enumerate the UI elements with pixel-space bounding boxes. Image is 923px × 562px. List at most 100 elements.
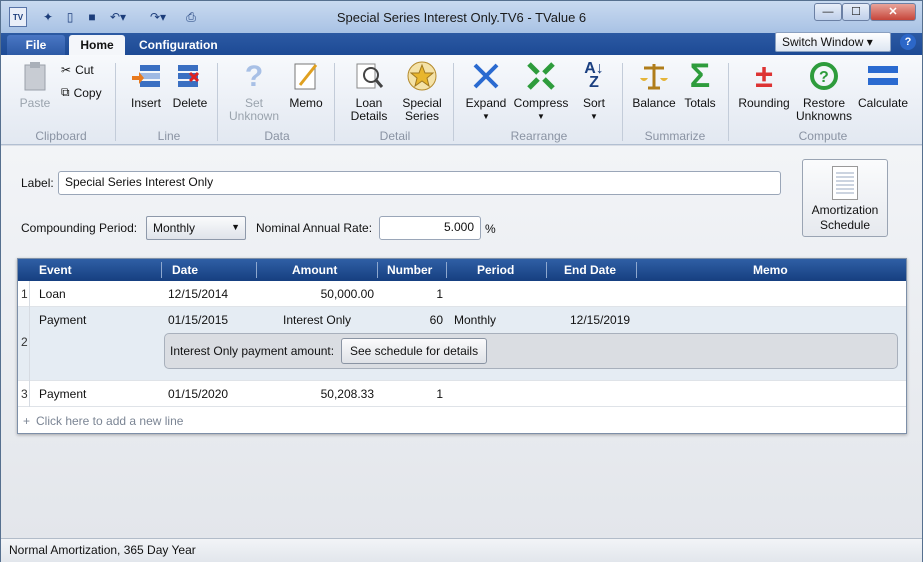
divider [453, 63, 454, 141]
sort-az-icon: A↓ Z [584, 60, 604, 91]
cut-button[interactable]: ✂ Cut [61, 63, 94, 77]
schedule-icon [832, 166, 858, 200]
cash-flow-grid: Event Date Amount Number Period End Date… [17, 258, 907, 434]
row-number: 1 [18, 281, 30, 307]
cell-date[interactable]: 01/15/2020 [168, 387, 228, 401]
column-divider [377, 262, 378, 278]
cell-event[interactable]: Loan [39, 287, 66, 301]
insert-button[interactable]: Insert [127, 59, 165, 110]
compounding-select[interactable]: Monthly ▼ [146, 216, 246, 240]
label-input[interactable]: Special Series Interest Only [58, 171, 781, 195]
delete-button[interactable]: Delete [171, 59, 209, 110]
add-line-label[interactable]: Click here to add a new line [36, 414, 183, 428]
cell-number[interactable]: 60 [388, 313, 443, 327]
minimize-button[interactable]: — [814, 3, 842, 21]
title-bar: TV ✦ ▯ ■ ↶▾ ↷▾ ⎙ Special Series Interest… [1, 1, 922, 33]
special-series-label-2: Series [404, 109, 439, 123]
cell-number[interactable]: 1 [388, 287, 443, 301]
switch-window-button[interactable]: Switch Window ▾ [775, 32, 891, 52]
restore-icon: ? [807, 59, 841, 93]
column-divider [636, 262, 637, 278]
loan-details-button[interactable]: Loan Details [344, 59, 394, 123]
cell-number[interactable]: 1 [388, 387, 443, 401]
paste-button[interactable]: Paste [15, 59, 55, 110]
cell-event[interactable]: Payment [39, 313, 86, 327]
compress-button[interactable]: Compress ▼ [513, 59, 569, 123]
memo-button[interactable]: Memo [287, 59, 325, 110]
label-caption: Label: [21, 176, 54, 190]
rounding-button[interactable]: ± Rounding [736, 59, 792, 110]
equals-icon [866, 59, 900, 93]
question-icon: ? [244, 59, 264, 93]
set-unknown-button[interactable]: ? Set Unknown [227, 59, 281, 123]
compress-caret: ▼ [537, 112, 545, 121]
cell-date[interactable]: 01/15/2015 [168, 313, 228, 327]
divider [334, 63, 335, 141]
magnifier-icon [352, 59, 386, 93]
divider [728, 63, 729, 141]
special-series-button[interactable]: Special Series [397, 59, 447, 123]
column-header-amount[interactable]: Amount [292, 263, 337, 277]
delete-row-icon [173, 59, 207, 93]
calculate-button[interactable]: Calculate [857, 59, 909, 110]
sort-button[interactable]: A↓ Z Sort ▼ [575, 59, 613, 123]
tab-configuration[interactable]: Configuration [129, 35, 221, 55]
expand-label: Expand [465, 96, 507, 110]
cell-period[interactable]: Monthly [454, 313, 496, 327]
help-icon[interactable]: ? [900, 34, 916, 50]
cell-amount[interactable]: 50,000.00 [278, 287, 374, 301]
copy-icon: ⧉ [61, 85, 70, 99]
switch-window-label: Switch Window [782, 35, 864, 49]
interest-only-panel: Interest Only payment amount: See schedu… [164, 333, 898, 369]
memo-label: Memo [289, 96, 323, 110]
tab-file[interactable]: File [7, 35, 65, 55]
rate-input[interactable]: 5.000 [379, 216, 481, 240]
cell-amount[interactable]: 50,208.33 [278, 387, 374, 401]
compress-label: Compress [513, 96, 569, 110]
row-number: 2 [18, 307, 30, 381]
tab-home[interactable]: Home [69, 35, 125, 55]
main-content: Label: Special Series Interest Only Comp… [1, 146, 922, 538]
restore-unknowns-button[interactable]: ? Restore Unknowns [794, 59, 854, 123]
plus-minus-icon: ± [755, 57, 773, 94]
totals-label: Totals [684, 96, 716, 110]
table-row[interactable]: 1 Loan 12/15/2014 50,000.00 1 [18, 281, 906, 307]
set-unknown-label-2: Unknown [228, 109, 280, 123]
sort-label: Sort [582, 96, 605, 110]
copy-button[interactable]: ⧉ Copy [61, 85, 102, 100]
memo-icon [289, 59, 323, 93]
amortization-label-2: Schedule [819, 218, 871, 232]
close-button[interactable]: ✕ [870, 3, 916, 21]
cell-amount[interactable]: Interest Only [283, 313, 351, 327]
table-row-selected[interactable]: 2 Payment 01/15/2015 Interest Only 60 Mo… [18, 307, 906, 381]
balance-button[interactable]: Balance [631, 59, 677, 110]
cell-date[interactable]: 12/15/2014 [168, 287, 228, 301]
cell-end-date[interactable]: 12/15/2019 [570, 313, 630, 327]
status-text: Normal Amortization, 365 Day Year [9, 543, 196, 557]
column-header-end-date[interactable]: End Date [564, 263, 616, 277]
column-header-memo[interactable]: Memo [753, 263, 788, 277]
column-header-date[interactable]: Date [172, 263, 198, 277]
group-compute: Compute [798, 129, 848, 143]
totals-button[interactable]: Σ Totals [681, 59, 719, 110]
column-header-period[interactable]: Period [477, 263, 514, 277]
scissors-icon: ✂ [61, 63, 72, 77]
rounding-label: Rounding [738, 96, 790, 110]
sigma-icon: Σ [689, 56, 711, 95]
insert-row-icon [129, 59, 163, 93]
amortization-schedule-button[interactable]: Amortization Schedule [802, 159, 888, 237]
app-window: TV ✦ ▯ ■ ↶▾ ↷▾ ⎙ Special Series Interest… [0, 0, 923, 562]
add-line-row[interactable]: + Click here to add a new line [18, 407, 906, 433]
see-schedule-button[interactable]: See schedule for details [341, 338, 488, 364]
cell-event[interactable]: Payment [39, 387, 86, 401]
loan-details-label-2: Details [350, 109, 388, 123]
column-header-event[interactable]: Event [39, 263, 72, 277]
table-row[interactable]: 3 Payment 01/15/2020 50,208.33 1 [18, 381, 906, 407]
compounding-caption: Compounding Period: [21, 221, 138, 235]
maximize-button[interactable]: ☐ [842, 3, 870, 21]
amortization-label-1: Amortization [811, 203, 879, 217]
column-header-number[interactable]: Number [387, 263, 432, 277]
expand-button[interactable]: Expand ▼ [463, 59, 509, 123]
divider [115, 63, 116, 141]
group-rearrange: Rearrange [510, 129, 568, 143]
